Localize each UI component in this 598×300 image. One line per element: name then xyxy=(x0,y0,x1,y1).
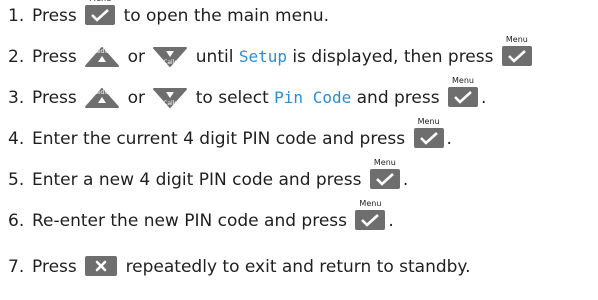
step-text: to open the main menu. xyxy=(123,6,330,26)
down-key-icon: Calls xyxy=(153,47,188,67)
step-number: 1. xyxy=(8,6,25,26)
step-number: 5. xyxy=(8,170,25,190)
menu-key-icon: Menu xyxy=(85,0,116,25)
step-7: 7. Press repeatedly to exit and return to… xyxy=(8,256,470,278)
step-end: . xyxy=(446,129,452,149)
step-text: until xyxy=(195,47,234,67)
step-end: . xyxy=(481,88,487,108)
step-1: 1. Press Menu to open the main menu. xyxy=(8,0,330,27)
step-text: repeatedly to exit and return to standby… xyxy=(125,257,471,277)
step-number: 7. xyxy=(8,257,25,277)
menu-key-icon: Menu xyxy=(355,199,386,230)
step-text: or xyxy=(127,88,145,108)
menu-key-icon: Menu xyxy=(501,35,532,66)
step-2: 2. Press Redial or Calls until Setup is d… xyxy=(8,35,535,68)
step-text: Enter a new 4 digit PIN code and press xyxy=(32,170,362,190)
step-text: Press xyxy=(32,88,77,108)
step-text: Enter the current 4 digit PIN code and p… xyxy=(32,129,406,149)
menu-key-icon: Menu xyxy=(369,158,400,189)
step-end: . xyxy=(402,170,409,190)
step-number: 2. xyxy=(8,47,25,67)
step-text: Press xyxy=(32,257,77,277)
step-text: Press xyxy=(32,47,77,67)
up-key-icon: Redial xyxy=(85,47,120,67)
down-key-caption: Calls xyxy=(163,100,178,107)
step-text: Press xyxy=(32,6,77,26)
down-key-icon: Calls xyxy=(153,88,188,108)
lcd-text-setup: Setup xyxy=(238,47,288,66)
menu-key-icon: Menu xyxy=(413,117,444,148)
menu-key-caption: Menu xyxy=(359,199,382,208)
step-4: 4. Enter the current 4 digit PIN code and… xyxy=(8,117,452,150)
step-text: or xyxy=(127,47,145,67)
cancel-key-icon xyxy=(85,256,118,276)
step-3: 3. Press Redial or Calls to select Pin Co… xyxy=(8,76,487,109)
step-text: and press xyxy=(356,88,440,108)
up-key-caption: Redial xyxy=(92,48,112,55)
up-key-icon: Redial xyxy=(85,88,120,108)
step-5: 5. Enter a new 4 digit PIN code and press… xyxy=(8,158,409,191)
menu-key-caption: Menu xyxy=(417,117,440,126)
menu-key-caption: Menu xyxy=(505,35,528,44)
lcd-text-pin-code: Pin Code xyxy=(274,88,352,107)
step-6: 6. Re-enter the new PIN code and press Me… xyxy=(8,199,394,232)
menu-key-caption: Menu xyxy=(452,76,474,85)
up-key-caption: Redial xyxy=(92,89,112,96)
step-number: 6. xyxy=(8,211,25,231)
step-text: Re-enter the new PIN code and press xyxy=(32,211,347,231)
menu-key-icon: Menu xyxy=(448,76,478,107)
down-key-caption: Calls xyxy=(163,59,178,66)
step-text: is displayed, then press xyxy=(292,47,494,67)
menu-key-caption: Menu xyxy=(373,158,396,167)
step-text: to select xyxy=(195,88,269,108)
step-number: 4. xyxy=(8,129,25,149)
step-number: 3. xyxy=(8,88,25,108)
step-end: . xyxy=(388,211,394,231)
menu-key-caption: Menu xyxy=(85,0,115,3)
